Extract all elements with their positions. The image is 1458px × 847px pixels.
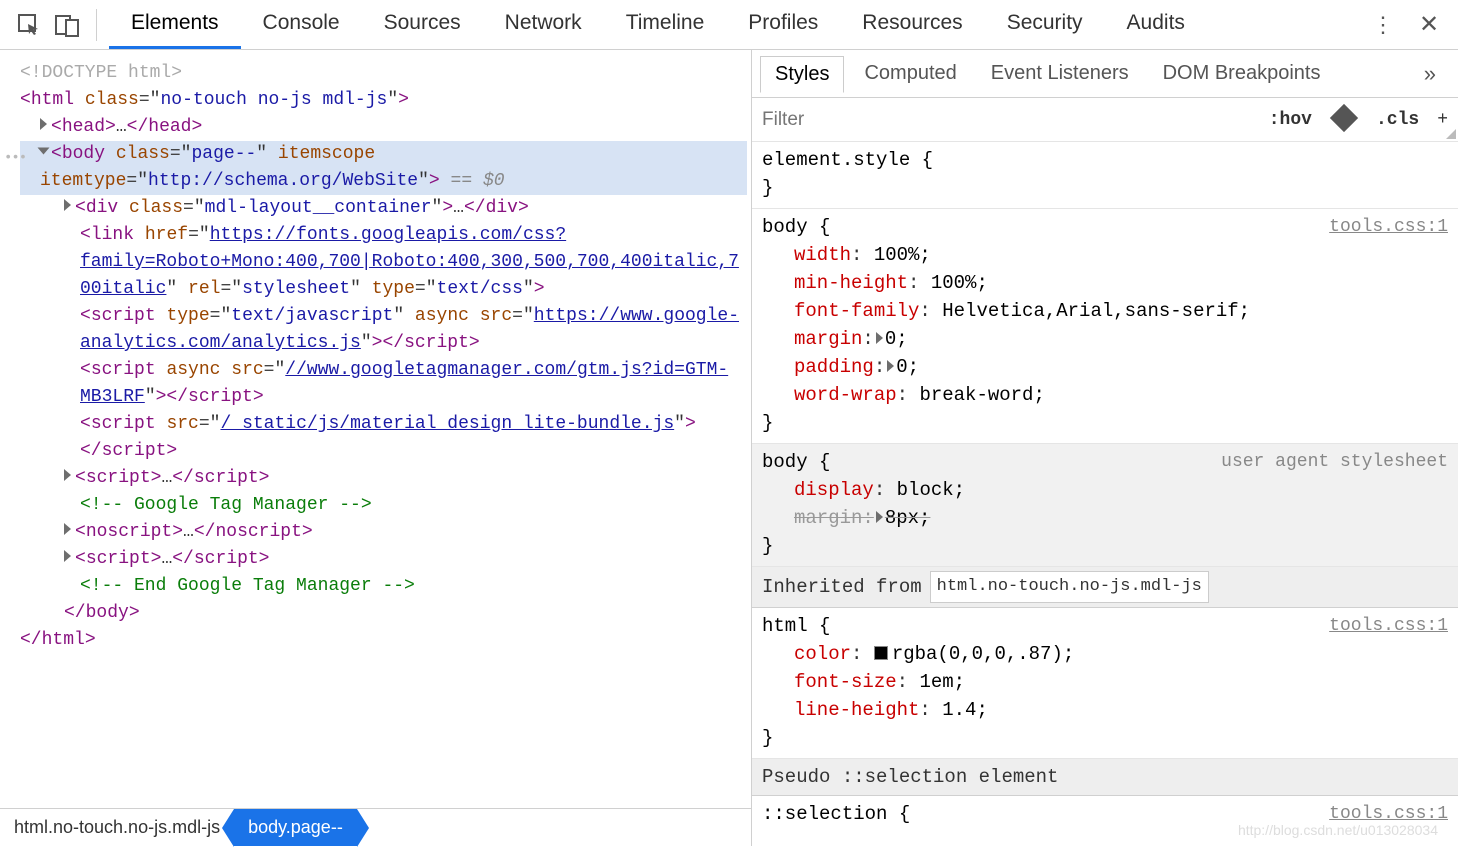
shorthand-arrow-icon[interactable]: [876, 511, 883, 523]
tab-sources[interactable]: Sources: [362, 0, 483, 49]
devtools-toolbar: Elements Console Sources Network Timelin…: [0, 0, 1458, 50]
dom-script-gtm[interactable]: <script async src="//www.googletagmanage…: [20, 357, 747, 411]
dom-breadcrumb: html.no-touch.no-js.mdl-js body.page--: [0, 808, 751, 846]
inherited-selector-chip[interactable]: html.no-touch.no-js.mdl-js: [930, 571, 1209, 603]
dom-doctype[interactable]: <!DOCTYPE html>: [20, 60, 747, 87]
dom-comment-end[interactable]: <!-- End Google Tag Manager -->: [20, 573, 747, 600]
rule-source-link[interactable]: tools.css:1: [1329, 213, 1448, 241]
pseudo-section: Pseudo ::selection element: [752, 759, 1458, 796]
dom-script-inline[interactable]: <script>…</script>: [20, 465, 747, 492]
tab-audits[interactable]: Audits: [1105, 0, 1207, 49]
close-icon[interactable]: ✕: [1412, 8, 1446, 42]
expand-arrow-icon[interactable]: [64, 469, 71, 481]
breadcrumb-html[interactable]: html.no-touch.no-js.mdl-js: [0, 809, 234, 846]
dom-tree[interactable]: <!DOCTYPE html> <html class="no-touch no…: [0, 50, 751, 808]
tab-resources[interactable]: Resources: [840, 0, 984, 49]
tab-styles[interactable]: Styles: [760, 56, 844, 93]
tab-dom-breakpoints[interactable]: DOM Breakpoints: [1149, 56, 1335, 91]
cls-toggle[interactable]: .cls: [1376, 110, 1419, 130]
toolbar-divider: [96, 9, 97, 41]
expand-arrow-icon[interactable]: [64, 523, 71, 535]
inherited-section: Inherited from html.no-touch.no-js.mdl-j…: [752, 567, 1458, 608]
rule-body-ua[interactable]: user agent stylesheet body { display: bl…: [752, 444, 1458, 567]
dom-html-open[interactable]: <html class="no-touch no-js mdl-js">: [20, 87, 747, 114]
resize-corner-icon: [1446, 129, 1456, 139]
gutter-dots-icon: •••: [4, 145, 26, 172]
dom-script-inline-2[interactable]: <script>…</script>: [20, 546, 747, 573]
dom-script-analytics[interactable]: <script type="text/javascript" async src…: [20, 303, 747, 357]
breadcrumb-body[interactable]: body.page--: [234, 809, 357, 846]
tab-computed[interactable]: Computed: [850, 56, 970, 91]
devtools-tabs: Elements Console Sources Network Timelin…: [109, 0, 1362, 49]
tab-network[interactable]: Network: [483, 0, 604, 49]
elements-pane: <!DOCTYPE html> <html class="no-touch no…: [0, 50, 752, 846]
more-icon[interactable]: ⋮: [1366, 8, 1400, 42]
rule-body-tools[interactable]: tools.css:1 body { width: 100%; min-heig…: [752, 209, 1458, 444]
dom-html-close[interactable]: </html>: [20, 627, 747, 654]
expand-arrow-icon[interactable]: [64, 550, 71, 562]
tab-event-listeners[interactable]: Event Listeners: [977, 56, 1143, 91]
dom-body-close[interactable]: </body>: [20, 600, 747, 627]
styles-filter-row: :hov .cls +: [752, 98, 1458, 142]
dom-div[interactable]: <div class="mdl-layout__container">…</di…: [20, 195, 747, 222]
rule-element-style[interactable]: element.style { }: [752, 142, 1458, 209]
dom-body-open[interactable]: •••<body class="page--" itemscope itemty…: [20, 141, 747, 195]
color-swatch-icon[interactable]: [874, 646, 888, 660]
dom-script-mdl[interactable]: <script src="/_static/js/material_design…: [20, 411, 747, 465]
tab-profiles[interactable]: Profiles: [726, 0, 840, 49]
dom-noscript[interactable]: <noscript>…</noscript>: [20, 519, 747, 546]
tab-security[interactable]: Security: [985, 0, 1105, 49]
watermark-text: http://blog.csdn.net/u013028034: [1238, 822, 1438, 838]
rule-source-ua: user agent stylesheet: [1221, 448, 1448, 476]
styles-tabs: Styles Computed Event Listeners DOM Brea…: [752, 50, 1458, 98]
diamond-icon[interactable]: [1330, 108, 1358, 131]
inspect-icon[interactable]: [12, 8, 46, 42]
tab-console[interactable]: Console: [241, 0, 362, 49]
dom-head[interactable]: <head>…</head>: [20, 114, 747, 141]
dom-comment[interactable]: <!-- Google Tag Manager -->: [20, 492, 747, 519]
expand-arrow-icon[interactable]: [40, 118, 47, 130]
dom-link[interactable]: <link href="https://fonts.googleapis.com…: [20, 222, 747, 303]
hov-toggle[interactable]: :hov: [1269, 110, 1312, 130]
rule-html[interactable]: tools.css:1 html { color: rgba(0,0,0,.87…: [752, 608, 1458, 759]
styles-pane: Styles Computed Event Listeners DOM Brea…: [752, 50, 1458, 846]
new-rule-button[interactable]: +: [1437, 110, 1448, 130]
collapse-arrow-icon[interactable]: [38, 148, 50, 155]
rule-source-link[interactable]: tools.css:1: [1329, 612, 1448, 640]
styles-body[interactable]: element.style { } tools.css:1 body { wid…: [752, 142, 1458, 846]
tab-timeline[interactable]: Timeline: [604, 0, 727, 49]
expand-arrow-icon[interactable]: [64, 199, 71, 211]
tab-elements[interactable]: Elements: [109, 0, 241, 49]
shorthand-arrow-icon[interactable]: [876, 332, 883, 344]
shorthand-arrow-icon[interactable]: [887, 360, 894, 372]
tabs-overflow-icon[interactable]: »: [1410, 55, 1450, 93]
device-toggle-icon[interactable]: [50, 8, 84, 42]
styles-filter-input[interactable]: [762, 109, 1251, 131]
